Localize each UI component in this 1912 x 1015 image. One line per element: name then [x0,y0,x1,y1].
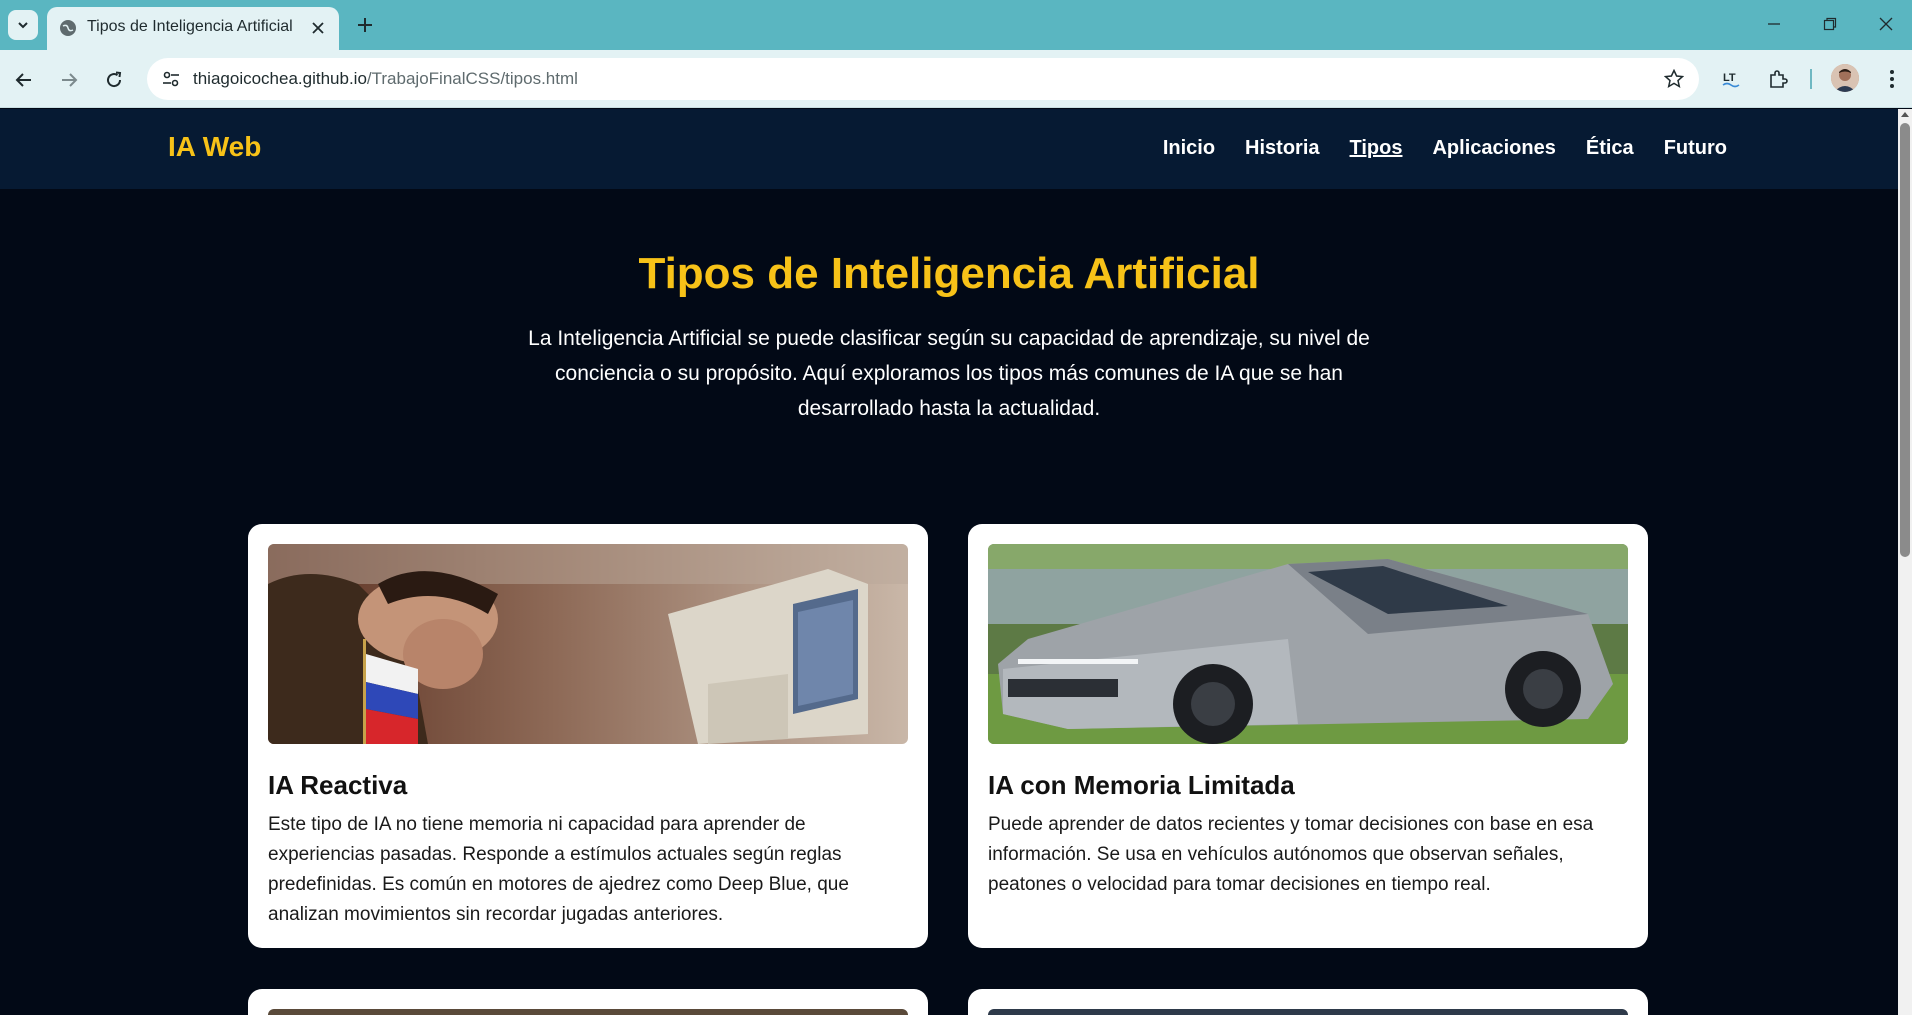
tab-search-button[interactable] [8,10,38,40]
nav-link-historia[interactable]: Historia [1245,137,1319,160]
extensions-puzzle-icon[interactable] [1761,62,1795,96]
address-bar[interactable]: thiagoicochea.github.io/TrabajoFinalCSS/… [147,58,1699,100]
url-path: /TrabajoFinalCSS/tipos.html [366,69,578,88]
site-info-button[interactable] [155,64,187,94]
scrollbar-thumb[interactable] [1900,123,1910,557]
more-vertical-icon [1890,70,1894,88]
autonomous-truck-photo [988,544,1628,744]
nav-link-futuro[interactable]: Futuro [1664,137,1727,160]
card-image-partial [268,1009,908,1015]
site-header: IA Web Inicio Historia Tipos Aplicacione… [0,109,1898,189]
close-icon [1879,17,1893,31]
browser-menu-button[interactable] [1875,62,1909,96]
url-host: thiagoicochea.github.io [193,69,367,88]
page-title: Tipos de Inteligencia Artificial [638,249,1260,298]
card-description: Puede aprender de datos recientes y toma… [988,814,1594,895]
toolbar-divider [1810,69,1812,89]
card-ia-reactiva: IA Reactiva Este tipo de IA no tiene mem… [248,524,928,948]
tab-close-icon[interactable] [307,17,329,39]
reload-button[interactable] [97,63,131,97]
browser-tab-active[interactable]: Tipos de Inteligencia Artificial [47,7,339,50]
plus-icon [358,18,372,32]
tune-icon [163,71,179,87]
web-page: IA Web Inicio Historia Tipos Aplicacione… [0,109,1898,1015]
minimize-button[interactable] [1752,8,1796,40]
languagetool-extension-icon[interactable]: LT [1715,62,1749,96]
chevron-down-icon [18,22,28,29]
nav-link-tipos[interactable]: Tipos [1350,137,1403,160]
intro-paragraph: La Inteligencia Artificial se puede clas… [528,327,1370,420]
site-logo[interactable]: IA Web [168,131,261,163]
reload-icon [107,71,122,88]
card-ia-memoria-limitada: IA con Memoria Limitada Puede aprender d… [968,524,1648,948]
url-text: thiagoicochea.github.io/TrabajoFinalCSS/… [193,69,578,89]
minimize-icon [1768,23,1780,25]
globe-icon [60,20,76,36]
close-window-button[interactable] [1864,8,1908,40]
back-button[interactable] [7,63,41,97]
page-scrollbar[interactable] [1898,109,1912,1015]
scroll-up-arrow-icon[interactable] [1901,112,1909,117]
nav-link-aplicaciones[interactable]: Aplicaciones [1432,137,1555,160]
new-tab-button[interactable] [350,10,380,40]
card-partial-left [248,989,928,1015]
card-partial-right [968,989,1648,1015]
bookmark-star-icon[interactable] [1663,68,1685,90]
chess-player-computer-photo [268,544,908,744]
restore-button[interactable] [1808,8,1852,40]
restore-icon [1823,17,1837,31]
card-title: IA con Memoria Limitada [988,770,1295,800]
card-description: Este tipo de IA no tiene memoria ni capa… [268,814,849,925]
card-title: IA Reactiva [268,770,408,800]
svg-text:LT: LT [1723,72,1736,84]
profile-avatar[interactable] [1831,64,1859,92]
browser-tab-strip: Tipos de Inteligencia Artificial [0,0,1912,50]
card-image-partial [988,1009,1628,1015]
tab-title: Tipos de Inteligencia Artificial [87,18,293,35]
nav-link-etica[interactable]: Ética [1586,137,1634,160]
browser-toolbar: thiagoicochea.github.io/TrabajoFinalCSS/… [0,50,1912,108]
arrow-right-icon [62,73,78,87]
nav-link-inicio[interactable]: Inicio [1163,137,1215,160]
main-nav: Inicio Historia Tipos Aplicaciones Ética… [1163,137,1727,160]
arrow-left-icon [15,73,31,87]
forward-button[interactable] [52,63,86,97]
